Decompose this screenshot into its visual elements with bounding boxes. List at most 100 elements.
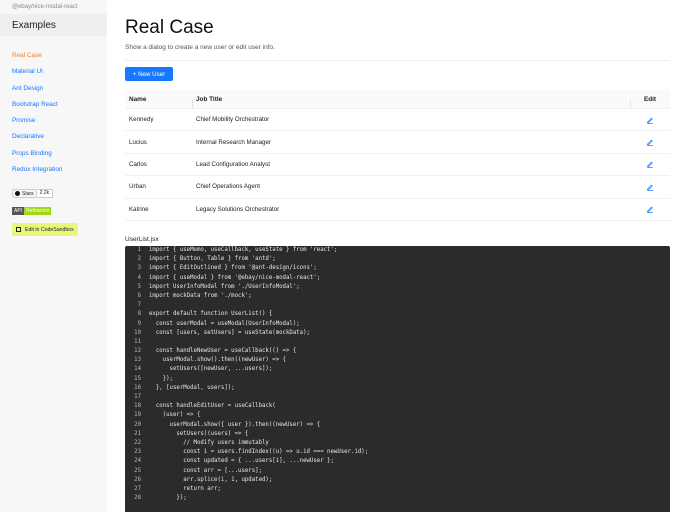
codesandbox-icon bbox=[16, 227, 21, 232]
code-line: 2 import { Button, Table } from 'antd'; bbox=[125, 255, 670, 264]
code-line: 25 const arr = [...users]; bbox=[125, 467, 670, 476]
code-text: const handleNewUser = useCallback(() => … bbox=[149, 348, 297, 355]
code-line: 12 const handleNewUser = useCallback(() … bbox=[125, 347, 670, 356]
sidebar-item-bootstrap-react[interactable]: Bootstrap React bbox=[0, 97, 107, 113]
code-text: const arr = [...users]; bbox=[149, 467, 262, 474]
new-user-button[interactable]: + New User bbox=[125, 67, 173, 81]
api-reference-badge[interactable]: API Reference bbox=[12, 207, 52, 215]
code-text: const [users, setUsers] = useState(mockD… bbox=[149, 329, 310, 336]
code-line: 17 bbox=[125, 393, 670, 402]
line-number: 8 bbox=[137, 311, 141, 318]
cell-name: Katrine bbox=[129, 205, 149, 213]
sidebar-item-promise[interactable]: Promise bbox=[0, 113, 107, 129]
line-number: 14 bbox=[134, 366, 141, 373]
column-header-job: Job Title bbox=[192, 96, 630, 109]
sidebar-title: Examples bbox=[0, 14, 107, 36]
line-number: 13 bbox=[134, 357, 141, 364]
code-line: 3 import { EditOutlined } from '@ant-desi… bbox=[125, 264, 670, 273]
code-text: import { Button, Table } from 'antd'; bbox=[149, 256, 276, 263]
line-number: 11 bbox=[134, 338, 141, 345]
column-header-name: Name bbox=[129, 95, 147, 103]
code-line: 23 const i = users.findIndex((u) => u.id… bbox=[125, 448, 670, 457]
package-name: @ebay/nice-modal-react bbox=[12, 4, 78, 10]
sidebar-item-redux-integration[interactable]: Redux Integration bbox=[0, 162, 107, 178]
code-text: const handleEditUser = useCallback( bbox=[149, 403, 276, 410]
line-number: 1 bbox=[137, 247, 141, 253]
code-text: arr.splice(i, 1, updated); bbox=[149, 476, 273, 483]
code-text: userModal.show({ user }).then((newUser) … bbox=[149, 421, 321, 428]
line-number: 20 bbox=[134, 421, 141, 428]
code-line: 21 setUsers((users) => { bbox=[125, 430, 670, 439]
cell-job: Chief Operations Agent bbox=[196, 183, 260, 191]
codesandbox-label: Edit in CodeSandbox bbox=[25, 226, 74, 233]
api-badge-left: API bbox=[12, 207, 25, 215]
line-number: 28 bbox=[134, 495, 141, 502]
code-line: 4 import { useModal } from '@ebay/nice-mo… bbox=[125, 274, 670, 283]
edit-icon[interactable] bbox=[646, 206, 654, 214]
code-text: }); bbox=[149, 495, 187, 502]
line-number: 19 bbox=[134, 412, 141, 419]
sidebar: @ebay/nice-modal-react Examples Real Cas… bbox=[0, 0, 107, 512]
code-text: import { useMemo, useCallback, useState … bbox=[149, 247, 338, 253]
github-stars-button[interactable]: Stars bbox=[12, 189, 37, 198]
cell-name: Lucius bbox=[129, 138, 147, 146]
cell-name: Urban bbox=[129, 183, 146, 191]
line-number: 22 bbox=[134, 439, 141, 446]
code-line: 5 import UserInfoModal from './UserInfoMo… bbox=[125, 283, 670, 292]
table-row: Lucius Internal Research Manager bbox=[125, 131, 670, 154]
edit-icon[interactable] bbox=[646, 184, 654, 191]
github-stars-badge[interactable]: Stars 2.2k bbox=[12, 189, 54, 198]
code-line: 27 return arr; bbox=[125, 485, 670, 494]
code-line: 28 }); bbox=[125, 494, 670, 503]
code-line: 6 import mockData from './mock'; bbox=[125, 292, 670, 301]
sidebar-item-ant-design[interactable]: Ant Design bbox=[0, 81, 107, 97]
cell-name: Carlos bbox=[129, 160, 147, 168]
line-number: 18 bbox=[134, 403, 141, 410]
code-line: 26 arr.splice(i, 1, updated); bbox=[125, 476, 670, 485]
line-number: 15 bbox=[134, 375, 141, 382]
code-text: setUsers([newUser, ...users]); bbox=[149, 366, 273, 373]
line-number: 3 bbox=[137, 265, 141, 272]
code-block: 1 import { useMemo, useCallback, useState… bbox=[125, 246, 670, 512]
github-stars-label: Stars bbox=[22, 190, 34, 197]
code-text: const userModal = useModal(UserInfoModal… bbox=[149, 320, 300, 327]
code-line: 1 import { useMemo, useCallback, useState… bbox=[125, 246, 670, 255]
line-number: 4 bbox=[137, 274, 141, 281]
code-filename: UserList.jsx bbox=[125, 236, 159, 243]
code-text: }, [userModal, users]); bbox=[149, 384, 235, 391]
edit-icon[interactable] bbox=[646, 161, 654, 169]
code-line: 16 }, [userModal, users]); bbox=[125, 384, 670, 393]
line-number: 27 bbox=[134, 485, 141, 492]
line-number: 7 bbox=[137, 302, 141, 309]
line-number: 21 bbox=[134, 430, 141, 437]
code-text: export default function UserList() { bbox=[149, 311, 273, 318]
code-line: 19 (user) => { bbox=[125, 411, 670, 420]
cell-job: Legacy Solutions Orchestrator bbox=[196, 205, 280, 213]
line-number: 12 bbox=[134, 348, 141, 355]
code-line: 7 bbox=[125, 301, 670, 310]
sidebar-item-declarative[interactable]: Declarative bbox=[0, 129, 107, 145]
table-row: Carlos Lead Configuration Analyst bbox=[125, 154, 670, 177]
code-line: 15 }); bbox=[125, 375, 670, 384]
codesandbox-button[interactable]: Edit in CodeSandbox bbox=[12, 223, 78, 236]
code-line: 18 const handleEditUser = useCallback( bbox=[125, 402, 670, 411]
github-stars-count: 2.2k bbox=[36, 189, 54, 198]
code-line: 9 const userModal = useModal(UserInfoMod… bbox=[125, 320, 670, 329]
sidebar-item-material-ui[interactable]: Material UI bbox=[0, 64, 107, 80]
divider bbox=[125, 60, 670, 61]
code-line: 11 bbox=[125, 338, 670, 347]
line-number: 23 bbox=[134, 449, 141, 456]
code-text: userModal.show().then((newUser) => { bbox=[149, 357, 286, 364]
line-number: 17 bbox=[134, 394, 141, 400]
edit-icon[interactable] bbox=[646, 139, 654, 146]
cell-job: Lead Configuration Analyst bbox=[196, 160, 270, 168]
line-number: 25 bbox=[134, 467, 141, 474]
sidebar-item-props-binding[interactable]: Props Binding bbox=[0, 146, 107, 162]
line-number: 26 bbox=[134, 476, 141, 483]
code-line: 20 userModal.show({ user }).then((newUse… bbox=[125, 421, 670, 430]
line-number: 16 bbox=[134, 384, 141, 391]
line-number: 10 bbox=[134, 329, 141, 336]
sidebar-item-real-case[interactable]: Real Case bbox=[0, 48, 107, 64]
sidebar-nav: Real Case Material UI Ant Design Bootstr… bbox=[0, 48, 107, 178]
edit-icon[interactable] bbox=[646, 116, 654, 124]
